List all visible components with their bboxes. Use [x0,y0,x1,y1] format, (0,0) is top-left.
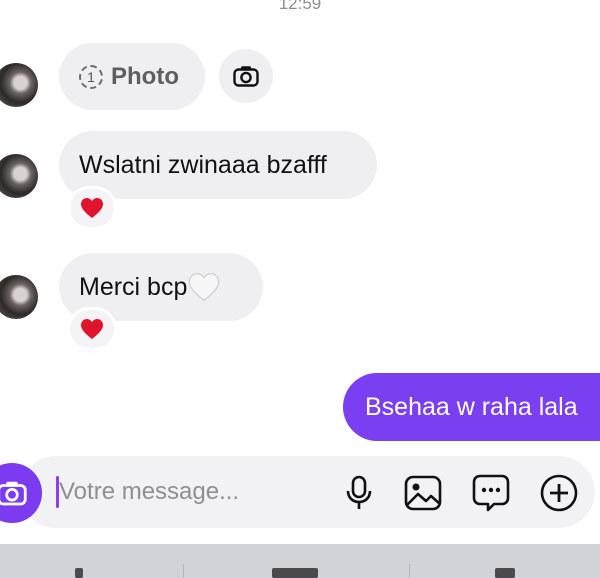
message-text: Wslatni zwinaaa bzafff [79,150,327,179]
message-text: Merci bcp [79,272,188,301]
reaction-badge[interactable] [67,307,117,351]
plus-icon [540,474,578,512]
view-once-photo-button[interactable]: 1 Photo [59,43,205,110]
sent-message-bubble[interactable]: Bsehaa w raha lala [343,373,600,441]
suggestion-item[interactable] [495,568,515,578]
message-input[interactable] [59,473,329,511]
avatar[interactable] [0,63,38,107]
white-heart-icon [189,272,220,302]
suggestion-divider [409,564,410,578]
view-once-icon: 1 [79,64,103,89]
photo-label: Photo [111,62,179,90]
suggestion-divider [183,564,184,578]
camera-icon [233,66,259,87]
red-heart-icon [81,319,103,339]
more-options-button[interactable] [539,473,579,513]
message-text: Bsehaa w raha lala [365,392,578,421]
avatar[interactable] [0,154,38,198]
gallery-button[interactable] [403,473,443,513]
keyboard-suggestion-bar [0,544,600,578]
message-composer [0,456,600,530]
red-heart-icon [81,198,103,218]
suggestion-item[interactable] [272,568,318,578]
reaction-badge[interactable] [67,186,117,230]
sticker-chat-icon [472,474,510,512]
camera-icon [0,481,27,506]
microphone-icon [346,475,372,509]
gallery-icon [404,475,442,511]
reply-camera-button[interactable] [219,49,273,103]
sticker-button[interactable] [471,473,511,513]
message-timestamp: 12:59 [278,0,322,13]
avatar[interactable] [0,275,38,319]
voice-message-button[interactable] [339,473,379,513]
suggestion-item[interactable] [75,568,83,578]
